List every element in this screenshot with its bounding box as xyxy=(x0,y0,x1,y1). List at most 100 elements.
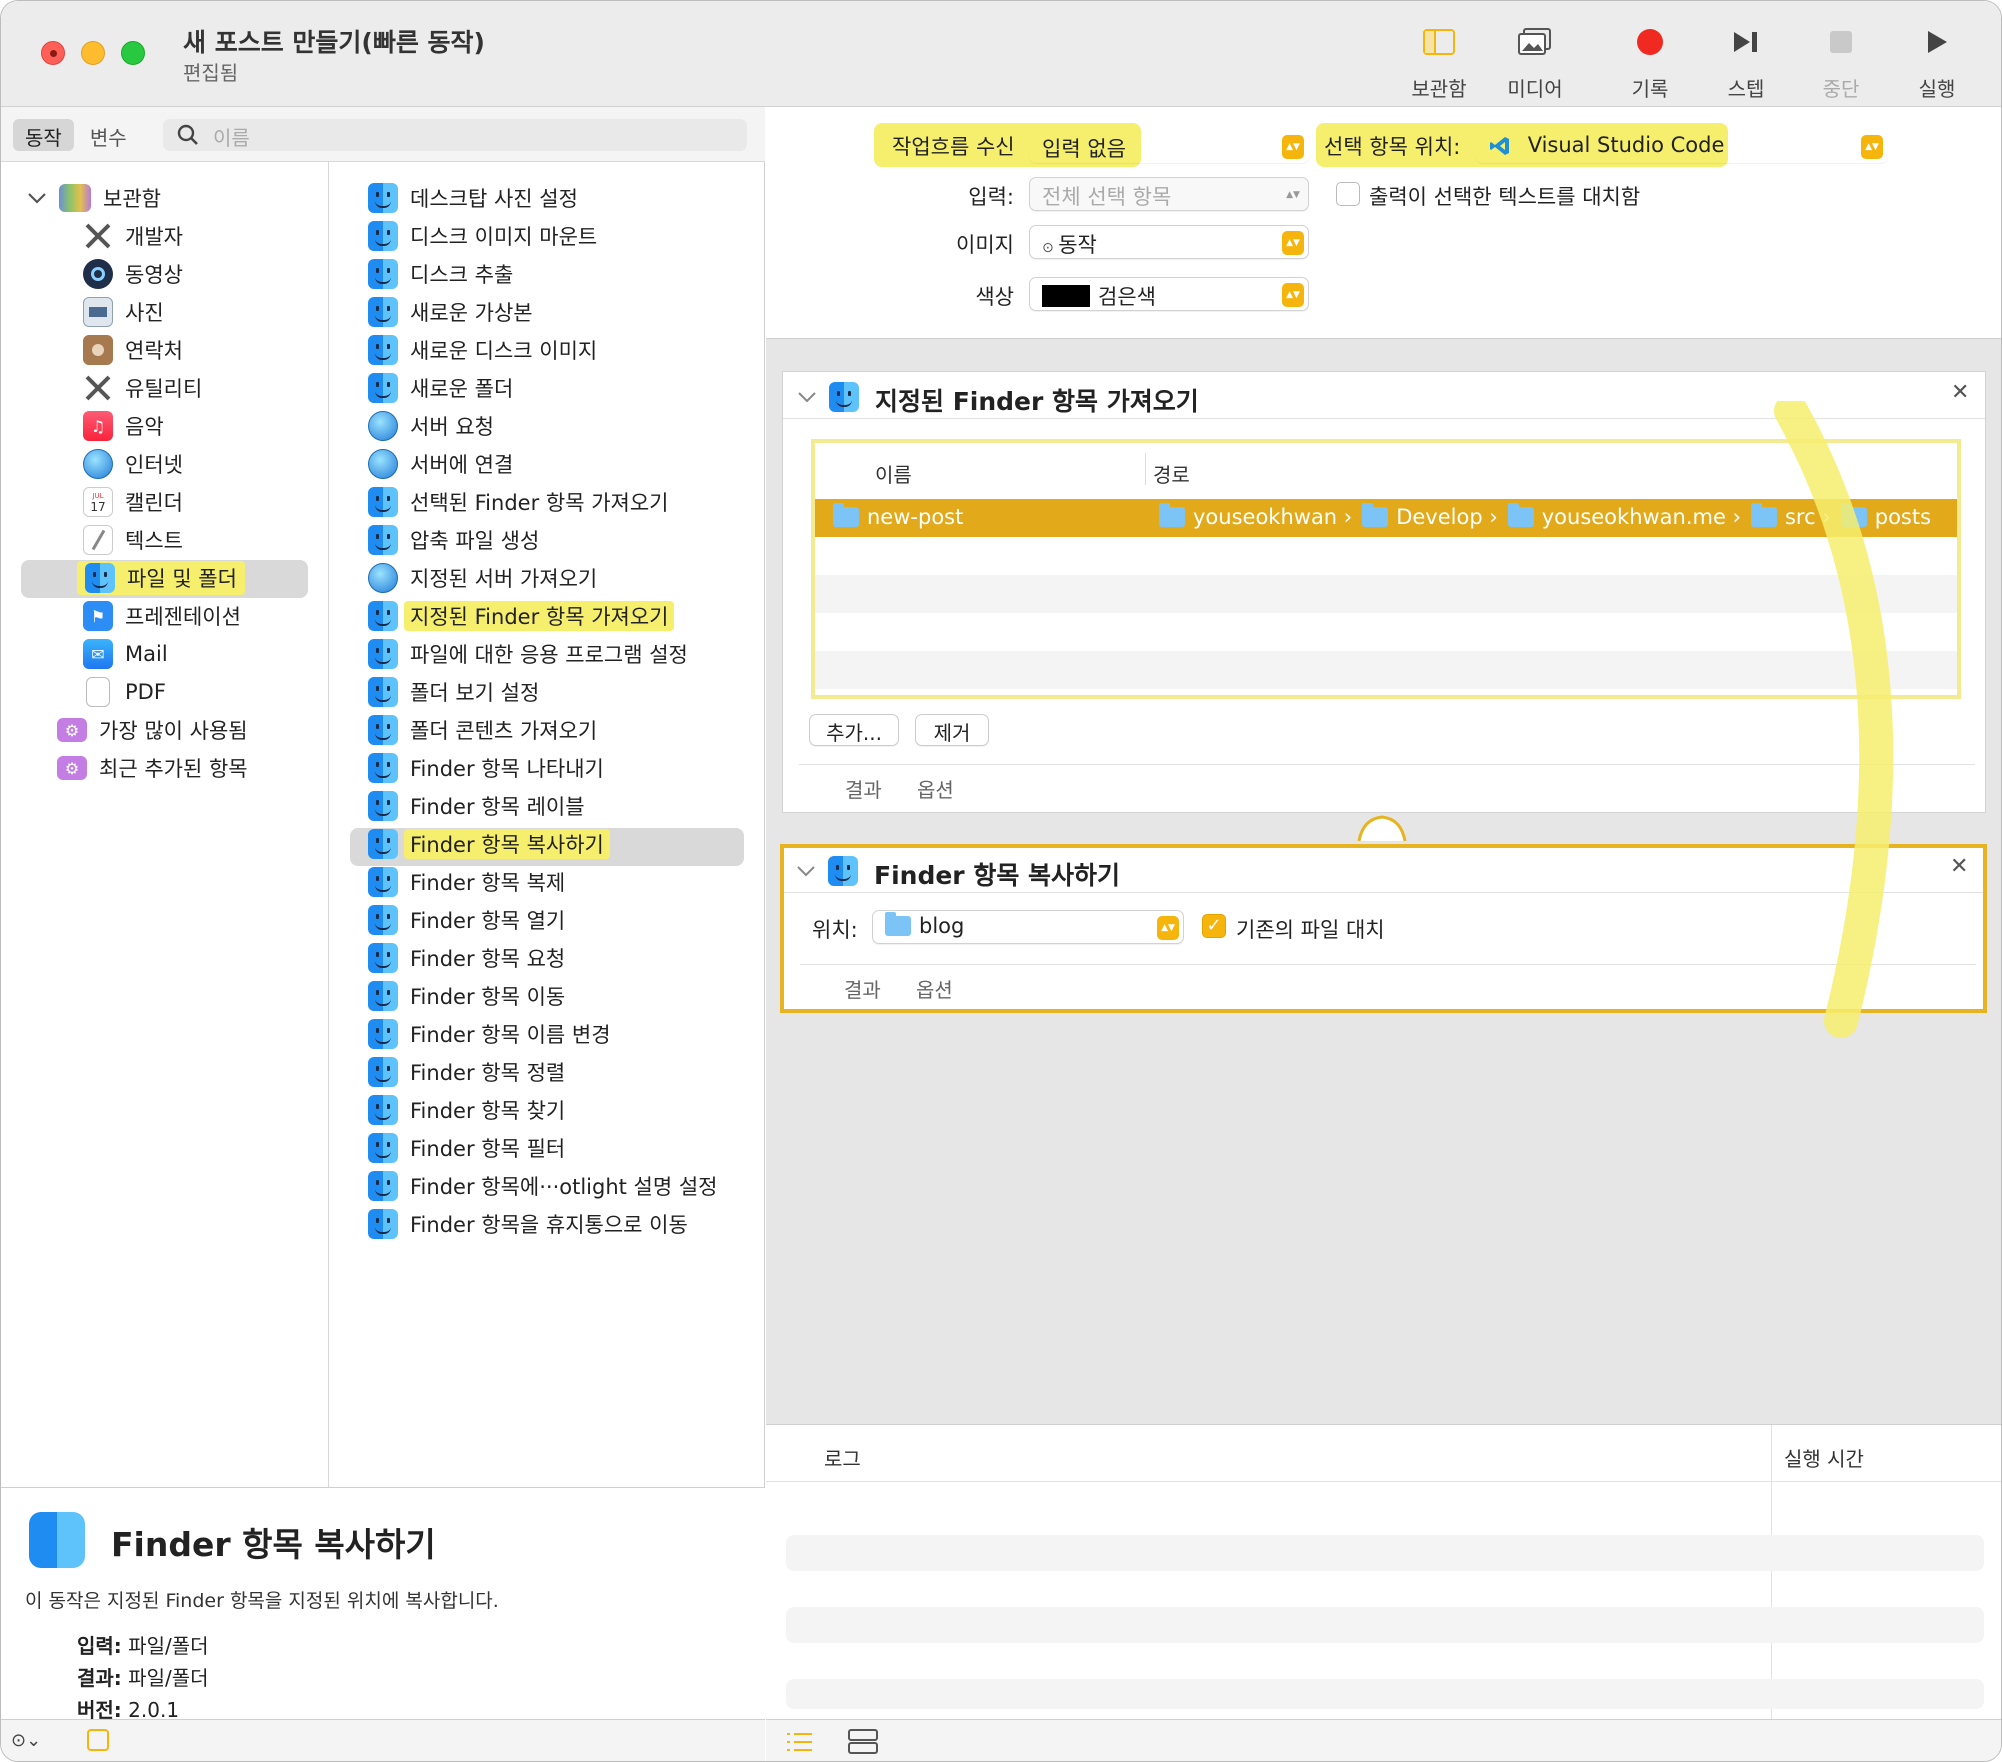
action-item[interactable]: 새로운 가상본 xyxy=(368,294,533,330)
record-toolbar-button[interactable]: 기록 xyxy=(1600,23,1700,103)
action-item[interactable]: 선택된 Finder 항목 가져오기 xyxy=(368,484,668,520)
close-window-button[interactable] xyxy=(41,41,65,65)
action-item[interactable]: Finder 항목 복제 xyxy=(368,864,565,900)
library-item-calendar[interactable]: JUL 17 캘린더 xyxy=(83,484,183,520)
media-toolbar-button[interactable]: 미디어 xyxy=(1485,23,1585,103)
remove-button[interactable]: 제거 xyxy=(915,714,989,746)
library-toolbar-button[interactable]: 보관함 xyxy=(1389,23,1489,103)
workflow-receives-popup[interactable]: 입력 없음 ▲▼ xyxy=(1029,129,1309,163)
finder-icon xyxy=(368,1019,398,1049)
library-item-mail[interactable]: ✉ Mail xyxy=(83,636,168,672)
run-label: 실행 xyxy=(1918,77,1956,101)
action-item[interactable]: Finder 항목 이동 xyxy=(368,978,565,1014)
action-item[interactable]: 디스크 이미지 마운트 xyxy=(368,218,597,254)
description-toggle-icon[interactable] xyxy=(87,1729,109,1751)
search-input[interactable]: 이름 xyxy=(163,119,747,151)
action-item[interactable]: Finder 항목 찾기 xyxy=(368,1092,565,1128)
library-item-pdf[interactable]: PDF xyxy=(83,674,166,710)
list-view-icon[interactable] xyxy=(786,1730,814,1754)
disclosure-chevron-icon[interactable] xyxy=(796,864,816,878)
action-item[interactable]: 새로운 폴더 xyxy=(368,370,513,406)
minimize-window-button[interactable] xyxy=(81,41,105,65)
library-item-movies[interactable]: 동영상 xyxy=(83,256,183,292)
close-icon[interactable]: ✕ xyxy=(1951,380,1969,405)
action-item[interactable]: Finder 항목에···otlight 설명 설정 xyxy=(368,1168,718,1204)
step-toolbar-button[interactable]: 스텝 xyxy=(1696,23,1796,103)
mail-icon: ✉ xyxy=(83,639,113,669)
image-popup[interactable]: ⊙ 동작 ▲▼ xyxy=(1029,225,1309,259)
close-icon[interactable]: ✕ xyxy=(1950,854,1968,879)
step-icon xyxy=(1734,32,1757,52)
library-item-utilities[interactable]: 유틸리티 xyxy=(83,370,202,406)
more-options-icon[interactable]: ⊙⌄ xyxy=(11,1730,41,1751)
disclosure-chevron-icon[interactable] xyxy=(797,390,817,404)
library-root-label: 보관함 xyxy=(103,187,161,211)
finder-icon xyxy=(368,981,398,1011)
zoom-window-button[interactable] xyxy=(121,41,145,65)
library-item-internet[interactable]: 인터넷 xyxy=(83,446,183,482)
column-path[interactable]: 경로 xyxy=(1153,459,1190,488)
tab-actions[interactable]: 동작 xyxy=(13,119,74,151)
action-item[interactable]: 서버에 연결 xyxy=(368,446,513,482)
action-item[interactable]: Finder 항목 요청 xyxy=(368,940,565,976)
action-item[interactable]: 디스크 추출 xyxy=(368,256,513,292)
library-item-label: 음악 xyxy=(125,415,164,439)
action-item[interactable]: 서버 요청 xyxy=(368,408,494,444)
popup-arrows-icon: ▲▼ xyxy=(1286,189,1300,200)
action-item[interactable]: 지정된 Finder 항목 가져오기 xyxy=(368,598,675,634)
library-header: 동작 변수 이름 xyxy=(1,107,765,162)
run-time-column[interactable]: 실행 시간 xyxy=(1784,1443,1864,1472)
stop-icon xyxy=(1830,31,1852,53)
finder-icon xyxy=(368,829,398,859)
library-item-presentations[interactable]: ⚑ 프레젠테이션 xyxy=(83,598,241,634)
finder-icon xyxy=(368,1057,398,1087)
action-item[interactable]: Finder 항목 정렬 xyxy=(368,1054,565,1090)
log-column[interactable]: 로그 xyxy=(824,1443,861,1472)
tab-results[interactable]: 결과 xyxy=(844,974,881,1003)
action-item[interactable]: Finder 항목을 휴지통으로 이동 xyxy=(368,1206,688,1242)
stop-toolbar-button[interactable]: 중단 xyxy=(1791,23,1891,103)
tab-options[interactable]: 옵션 xyxy=(916,974,953,1003)
column-name[interactable]: 이름 xyxy=(875,459,912,488)
library-item-photos[interactable]: 사진 xyxy=(83,294,164,330)
tab-variables[interactable]: 변수 xyxy=(78,119,139,151)
library-item-contacts[interactable]: 연락처 xyxy=(83,332,183,368)
library-root[interactable]: 보관함 xyxy=(27,180,161,216)
globe-icon xyxy=(83,449,113,479)
action-item[interactable]: Finder 항목 나타내기 xyxy=(368,750,604,786)
action-item[interactable]: 폴더 콘텐츠 가져오기 xyxy=(368,712,597,748)
automator-window: 새 포스트 만들기(빠른 동작) 편집됨 보관함 미디어 기록 스텝 중단 실행 xyxy=(0,0,2002,1762)
finder-icon xyxy=(368,487,398,517)
library-item-music[interactable]: ♫ 음악 xyxy=(83,408,164,444)
stop-label: 중단 xyxy=(1822,77,1860,101)
action-item[interactable]: Finder 항목 레이블 xyxy=(368,788,585,824)
selection-location-popup[interactable]: Visual Studio Code ▲▼ xyxy=(1476,129,1888,163)
input-popup[interactable]: 전체 선택 항목 ▲▼ xyxy=(1029,177,1309,211)
run-toolbar-button[interactable]: 실행 xyxy=(1887,23,1987,103)
destination-popup[interactable]: blog ▲▼ xyxy=(872,910,1184,944)
library-item-files-folders[interactable]: 파일 및 폴더 xyxy=(77,560,245,596)
developer-tools-icon xyxy=(85,223,111,249)
replace-output-checkbox[interactable] xyxy=(1336,182,1360,206)
color-popup[interactable]: 검은색 ▲▼ xyxy=(1029,277,1309,311)
library-item-text[interactable]: 텍스트 xyxy=(83,522,183,558)
library-item-developer[interactable]: 개발자 xyxy=(83,218,183,254)
action-item[interactable]: Finder 항목 복사하기 xyxy=(368,826,610,862)
action-item[interactable]: Finder 항목 열기 xyxy=(368,902,565,938)
smart-group-recently-added[interactable]: ⚙ 최근 추가된 항목 xyxy=(57,750,248,786)
action-item[interactable]: 지정된 서버 가져오기 xyxy=(368,560,597,596)
replace-existing-checkbox[interactable]: ✓ xyxy=(1202,914,1226,938)
smart-group-most-used[interactable]: ⚙ 가장 많이 사용됨 xyxy=(57,712,248,748)
action-item[interactable]: Finder 항목 필터 xyxy=(368,1130,565,1166)
action-item[interactable]: 폴더 보기 설정 xyxy=(368,674,539,710)
split-view-icon[interactable] xyxy=(848,1729,878,1755)
tab-options[interactable]: 옵션 xyxy=(917,774,954,803)
titlebar: 새 포스트 만들기(빠른 동작) 편집됨 보관함 미디어 기록 스텝 중단 실행 xyxy=(1,1,2001,107)
add-button[interactable]: 추가... xyxy=(809,714,899,746)
tab-results[interactable]: 결과 xyxy=(845,774,882,803)
action-item[interactable]: 데스크탑 사진 설정 xyxy=(368,180,578,216)
action-item[interactable]: 파일에 대한 응용 프로그램 설정 xyxy=(368,636,688,672)
action-item[interactable]: Finder 항목 이름 변경 xyxy=(368,1016,611,1052)
action-item[interactable]: 새로운 디스크 이미지 xyxy=(368,332,597,368)
action-item[interactable]: 압축 파일 생성 xyxy=(368,522,539,558)
